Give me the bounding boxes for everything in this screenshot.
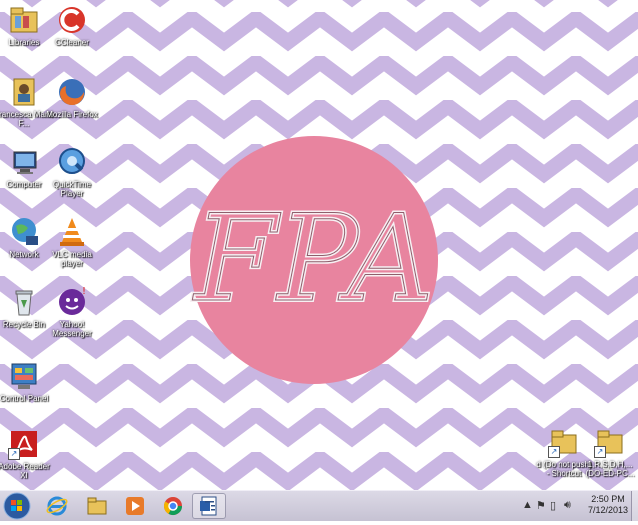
taskbar-document-app[interactable] bbox=[192, 493, 226, 519]
firefox-label: Mozilla Firefox bbox=[46, 110, 98, 119]
control-panel-icon bbox=[8, 360, 40, 392]
clock-date: 7/12/2013 bbox=[587, 505, 629, 515]
windows-start-icon bbox=[3, 492, 31, 520]
shortcut-arrow-icon: ↗ bbox=[8, 448, 20, 460]
desktop-icon-quicktime[interactable]: QuickTime Player bbox=[42, 146, 102, 198]
adobe-reader-label: Adobe Reader XI bbox=[0, 462, 50, 480]
clock[interactable]: 2:50 PM 7/12/2013 bbox=[586, 494, 630, 516]
monogram-outline: FPA bbox=[192, 190, 434, 329]
chrome-icon bbox=[163, 497, 182, 516]
control-panel-label: Control Panel bbox=[0, 394, 49, 403]
desktop-icon-adobe-reader[interactable]: ↗ Adobe Reader XI bbox=[0, 428, 54, 480]
firefox-icon bbox=[56, 76, 88, 108]
user-folder-icon bbox=[8, 76, 40, 108]
desktop-icon-ccleaner[interactable]: CCleaner bbox=[42, 4, 102, 47]
quicktime-label: QuickTime Player bbox=[53, 180, 91, 198]
document-app-icon bbox=[200, 496, 217, 516]
taskbar-internet-explorer[interactable] bbox=[40, 493, 74, 519]
system-tray: ▲ ⚑ ▯ 🔊︎ 2:50 PM 7/12/2013 bbox=[518, 491, 638, 521]
svg-text:!: ! bbox=[82, 286, 86, 297]
desktop: FPA FPA Libraries CCleaner Francesca Mar… bbox=[0, 0, 638, 490]
clock-time: 2:50 PM bbox=[591, 494, 625, 504]
yahoo-messenger-icon: ! bbox=[56, 286, 88, 318]
show-hidden-icons-icon[interactable]: ▲ bbox=[522, 499, 533, 511]
file-explorer-icon bbox=[87, 497, 107, 515]
vlc-icon bbox=[56, 216, 88, 248]
network-icon bbox=[8, 216, 40, 248]
folder-shortcut-icon: ↗ bbox=[594, 426, 626, 458]
media-player-icon bbox=[126, 497, 144, 515]
quicktime-icon bbox=[56, 146, 88, 178]
taskbar-file-explorer[interactable] bbox=[80, 493, 114, 519]
adobe-reader-icon: ↗ bbox=[8, 428, 40, 460]
libraries-icon bbox=[8, 4, 40, 36]
volume-icon[interactable]: 🔊︎ bbox=[564, 499, 571, 512]
taskbar: ▲ ⚑ ▯ 🔊︎ 2:50 PM 7/12/2013 bbox=[0, 490, 638, 521]
computer-icon bbox=[8, 146, 40, 178]
desktop-icon-firefox[interactable]: Mozilla Firefox bbox=[42, 76, 102, 119]
action-center-flag-icon[interactable]: ⚑ bbox=[536, 499, 546, 512]
show-desktop-button[interactable] bbox=[631, 491, 638, 521]
desktop-icon-shortcut-2[interactable]: ↗ 1,R,S,D,H,... (DO-ED-PC... bbox=[580, 426, 638, 478]
internet-explorer-icon bbox=[46, 496, 68, 516]
desktop-icon-control-panel[interactable]: Control Panel bbox=[0, 360, 54, 403]
desktop-icon-vlc[interactable]: VLC media player bbox=[42, 216, 102, 268]
ccleaner-label: CCleaner bbox=[55, 38, 89, 47]
desktop-icon-yahoo[interactable]: ! Yahoo! Messenger bbox=[42, 286, 102, 338]
shortcut-2-label: 1,R,S,D,H,... (DO-ED-PC... bbox=[585, 460, 635, 478]
ccleaner-icon bbox=[56, 4, 88, 36]
battery-icon[interactable]: ▯ bbox=[550, 499, 556, 512]
shortcut-arrow-icon: ↗ bbox=[594, 446, 606, 458]
taskbar-chrome[interactable] bbox=[156, 493, 190, 519]
vlc-label: VLC media player bbox=[52, 250, 92, 268]
folder-shortcut-icon: ↗ bbox=[548, 426, 580, 458]
yahoo-label: Yahoo! Messenger bbox=[52, 320, 92, 338]
start-button[interactable] bbox=[2, 492, 32, 520]
taskbar-media-player[interactable] bbox=[118, 493, 152, 519]
recycle-bin-icon bbox=[8, 286, 40, 318]
shortcut-arrow-icon: ↗ bbox=[548, 446, 560, 458]
